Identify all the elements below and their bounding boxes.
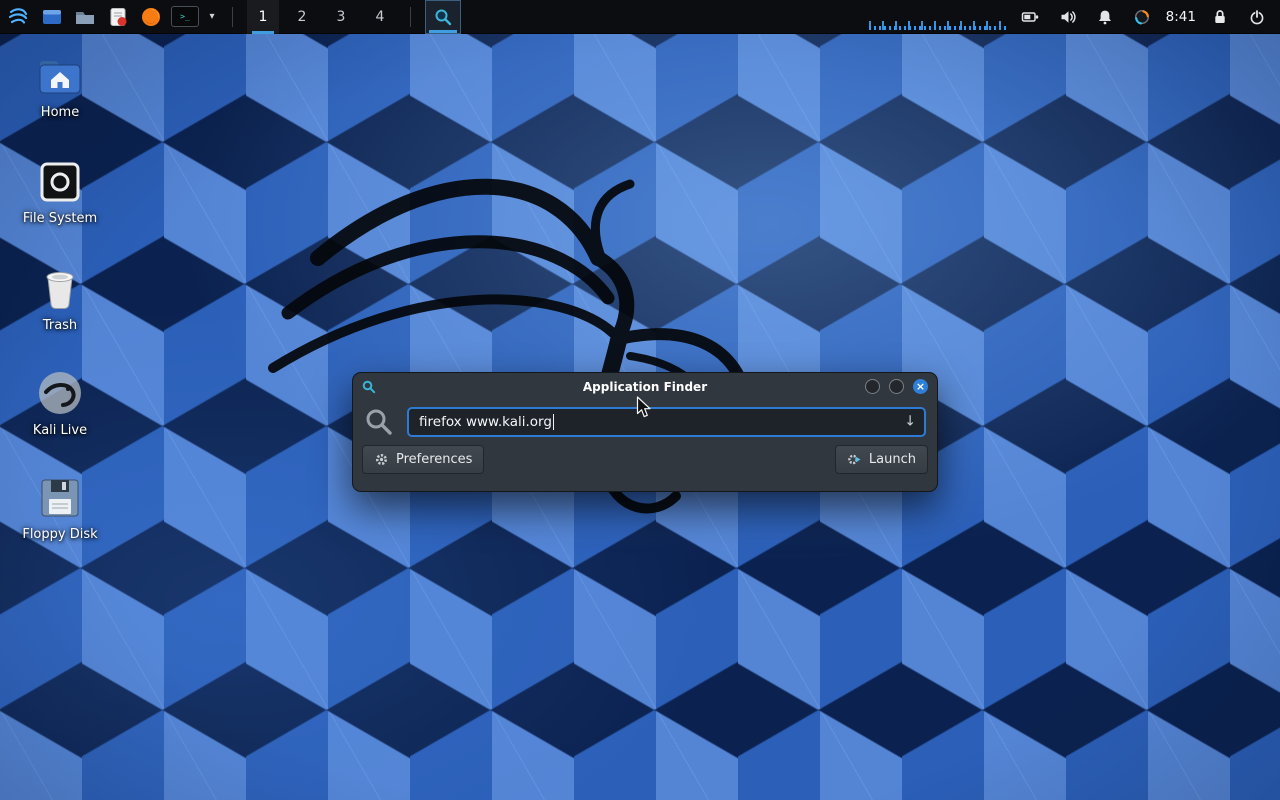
file-manager-icon xyxy=(41,6,63,28)
minimize-button[interactable] xyxy=(865,379,880,394)
desktop-icon-file-system[interactable]: File System xyxy=(14,160,106,226)
chevron-down-icon: ▾ xyxy=(209,12,214,22)
floppy-disk-icon xyxy=(38,476,82,520)
desktop-icon-floppy-disk[interactable]: Floppy Disk xyxy=(14,476,106,542)
power-icon xyxy=(1248,8,1266,26)
firefox-icon xyxy=(140,6,162,28)
terminal-prompt-glyph: >_ xyxy=(180,12,190,21)
launch-icon xyxy=(847,452,862,467)
window-title: Application Finder xyxy=(353,380,937,394)
home-icon xyxy=(37,56,83,98)
dropdown-arrow-icon[interactable]: ↓ xyxy=(904,414,916,430)
battery-icon xyxy=(1021,8,1040,26)
text-caret xyxy=(553,414,555,430)
window-controls: × xyxy=(865,379,928,394)
application-finder-window: Application Finder × firefox www.kali.or… xyxy=(352,372,938,492)
folder-icon xyxy=(74,6,96,28)
close-icon: × xyxy=(916,381,925,392)
window-icon-search xyxy=(362,380,376,394)
search-icon xyxy=(364,407,394,437)
notifications-indicator[interactable] xyxy=(1092,3,1118,31)
bell-icon xyxy=(1096,8,1114,26)
workspace-label: 2 xyxy=(298,9,307,25)
terminal-launcher[interactable]: >_ xyxy=(171,3,199,31)
volume-control[interactable] xyxy=(1055,3,1081,31)
battery-indicator[interactable] xyxy=(1018,3,1044,31)
workspace-label: 1 xyxy=(259,9,268,25)
gear-icon xyxy=(374,452,389,467)
workspace-button-2[interactable]: 2 xyxy=(286,0,318,34)
workspace-label: 4 xyxy=(376,9,385,25)
logout-button[interactable] xyxy=(1244,3,1270,31)
firefox-launcher[interactable] xyxy=(138,3,164,31)
cpu-graph[interactable] xyxy=(869,17,1007,31)
taskbar-item-application-finder[interactable] xyxy=(425,0,461,34)
search-input-text: firefox www.kali.org xyxy=(419,414,552,430)
workspace-button-1[interactable]: 1 xyxy=(247,0,279,34)
search-input[interactable]: firefox www.kali.org ↓ xyxy=(407,407,926,437)
desktop-icon-label: File System xyxy=(23,211,97,226)
workspace-label: 3 xyxy=(337,9,346,25)
preferences-button[interactable]: Preferences xyxy=(362,445,484,474)
workspace-button-3[interactable]: 3 xyxy=(325,0,357,34)
desktop-icon-trash[interactable]: Trash xyxy=(14,264,106,333)
kali-live-icon xyxy=(37,370,83,416)
lock-icon xyxy=(1211,8,1229,26)
close-button[interactable]: × xyxy=(913,379,928,394)
preferences-label: Preferences xyxy=(396,452,472,467)
text-editor-icon xyxy=(107,6,129,28)
panel-separator xyxy=(232,7,233,27)
desktop-icon-kali-live[interactable]: Kali Live xyxy=(14,370,106,438)
file-system-icon xyxy=(38,160,82,204)
desktop: >_ ▾ 1 2 3 4 xyxy=(0,0,1280,800)
screen-lock-button[interactable] xyxy=(1207,3,1233,31)
desktop-icon-label: Kali Live xyxy=(33,423,87,438)
finder-buttons-row: Preferences Launch xyxy=(353,442,937,474)
launch-label: Launch xyxy=(869,452,916,467)
search-icon xyxy=(434,8,452,26)
launch-button[interactable]: Launch xyxy=(835,445,928,474)
desktop-icon-label: Trash xyxy=(43,318,77,333)
top-panel: >_ ▾ 1 2 3 4 xyxy=(0,0,1280,34)
applications-menu-button[interactable] xyxy=(6,3,32,31)
kali-logo-icon xyxy=(7,6,31,28)
terminal-icon: >_ xyxy=(171,6,199,27)
update-icon xyxy=(1133,8,1151,26)
finder-body: firefox www.kali.org ↓ xyxy=(353,400,937,442)
terminal-dropdown-button[interactable]: ▾ xyxy=(206,3,218,31)
clock[interactable]: 8:41 xyxy=(1166,3,1196,31)
updates-indicator[interactable] xyxy=(1129,3,1155,31)
workspace-button-4[interactable]: 4 xyxy=(364,0,396,34)
panel-separator xyxy=(410,7,411,27)
text-editor-launcher[interactable] xyxy=(105,3,131,31)
titlebar[interactable]: Application Finder × xyxy=(353,373,937,400)
maximize-button[interactable] xyxy=(889,379,904,394)
folder-launcher[interactable] xyxy=(72,3,98,31)
file-manager-launcher[interactable] xyxy=(39,3,65,31)
desktop-icon-label: Home xyxy=(41,105,79,120)
cpu-graph-bars-short xyxy=(869,26,1007,30)
volume-icon xyxy=(1059,8,1077,26)
desktop-icon-label: Floppy Disk xyxy=(22,527,97,542)
desktop-icon-home[interactable]: Home xyxy=(14,56,106,120)
clock-text: 8:41 xyxy=(1166,9,1196,25)
trash-icon xyxy=(40,264,80,311)
